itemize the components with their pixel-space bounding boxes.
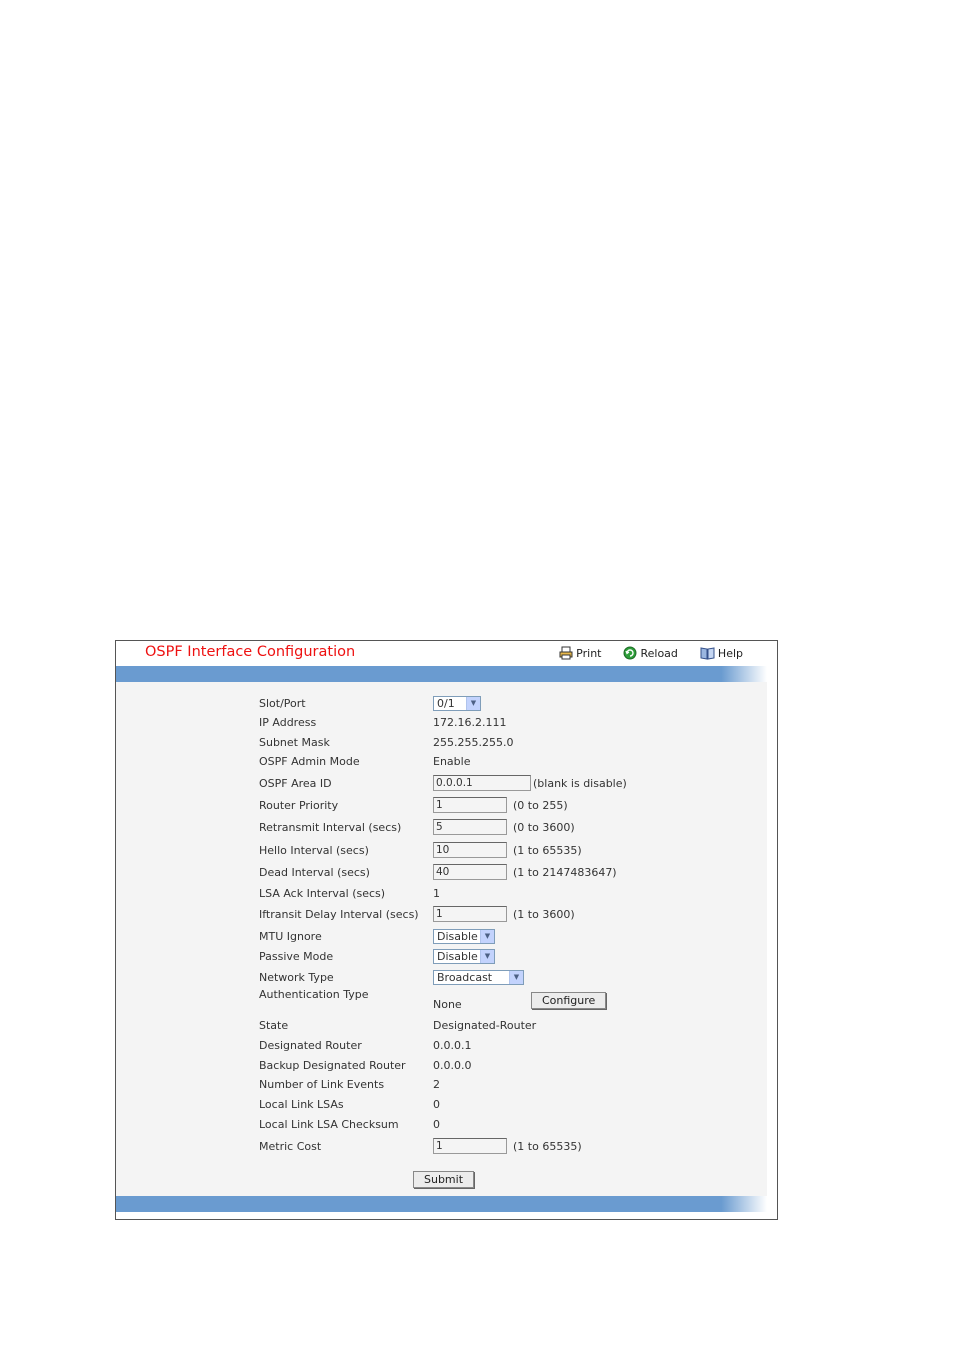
state-label: State (259, 1018, 289, 1032)
lsa-ack-value: 1 (433, 886, 440, 900)
mtu-ignore-value: Disable (437, 929, 478, 943)
configure-button[interactable]: Configure (531, 991, 607, 1009)
row-bdr: Backup Designated Router 0.0.0.0 (259, 1056, 471, 1074)
ospf-interface-panel: OSPF Interface Configuration Print Reloa… (115, 640, 778, 1220)
reload-button[interactable]: Reload (623, 646, 678, 660)
row-dead: Dead Interval (secs) (1 to 2147483647) (259, 863, 617, 881)
dr-value: 0.0.0.1 (433, 1038, 472, 1052)
retransmit-range: (0 to 3600) (513, 820, 575, 834)
passive-mode-label: Passive Mode (259, 949, 334, 963)
dead-range: (1 to 2147483647) (513, 865, 617, 879)
bdr-label: Backup Designated Router (259, 1058, 406, 1072)
row-lsa-ack: LSA Ack Interval (secs) 1 (259, 884, 440, 902)
row-auth-type: Authentication Type None Configure (259, 988, 607, 1012)
dr-label: Designated Router (259, 1038, 362, 1052)
local-lsas-value: 0 (433, 1097, 440, 1111)
row-link-events: Number of Link Events 2 (259, 1075, 440, 1093)
ip-address-value: 172.16.2.111 (433, 715, 507, 729)
iftransit-label: Iftransit Delay Interval (secs) (259, 907, 419, 921)
header-bar (116, 666, 767, 682)
row-network-type: Network Type Broadcast ▼ (259, 968, 524, 986)
row-lsa-checksum: Local Link LSA Checksum 0 (259, 1115, 440, 1133)
row-passive-mode: Passive Mode Disable ▼ (259, 947, 495, 965)
print-button[interactable]: Print (559, 646, 601, 660)
submit-button[interactable]: Submit (413, 1171, 475, 1188)
subnet-mask-value: 255.255.255.0 (433, 735, 514, 749)
metric-cost-input[interactable] (433, 1138, 507, 1154)
auth-type-value: None (433, 997, 462, 1011)
area-id-label: OSPF Area ID (259, 776, 332, 790)
passive-mode-value: Disable (437, 949, 478, 963)
row-area-id: OSPF Area ID (blank is disable) (259, 774, 627, 792)
area-id-range: (blank is disable) (533, 776, 627, 790)
local-lsas-label: Local Link LSAs (259, 1097, 344, 1111)
link-events-label: Number of Link Events (259, 1077, 385, 1091)
chevron-down-icon: ▼ (480, 929, 494, 943)
ip-address-label: IP Address (259, 715, 317, 729)
help-book-icon (700, 647, 715, 660)
help-label: Help (717, 646, 743, 660)
subnet-mask-label: Subnet Mask (259, 735, 330, 749)
state-value: Designated-Router (433, 1018, 537, 1032)
retransmit-label: Retransmit Interval (secs) (259, 820, 402, 834)
row-router-priority: Router Priority (0 to 255) (259, 796, 568, 814)
row-slot-port: Slot/Port 0/1 ▼ (259, 694, 481, 712)
admin-mode-label: OSPF Admin Mode (259, 754, 360, 768)
lsa-checksum-value: 0 (433, 1117, 440, 1131)
row-mtu-ignore: MTU Ignore Disable ▼ (259, 927, 495, 945)
dead-label: Dead Interval (secs) (259, 865, 370, 879)
router-priority-range: (0 to 255) (513, 798, 568, 812)
reload-icon (623, 646, 637, 660)
iftransit-input[interactable] (433, 906, 507, 922)
form-area: Slot/Port 0/1 ▼ IP Address 172.16.2.111 … (116, 682, 767, 1196)
row-dr: Designated Router 0.0.0.1 (259, 1036, 471, 1054)
slot-port-label: Slot/Port (259, 696, 306, 710)
toolbar: Print Reload Help (559, 646, 743, 660)
row-ip-address: IP Address 172.16.2.111 (259, 713, 506, 731)
row-retransmit: Retransmit Interval (secs) (0 to 3600) (259, 818, 575, 836)
passive-mode-select[interactable]: Disable ▼ (433, 948, 495, 964)
dead-input[interactable] (433, 864, 507, 880)
network-type-value: Broadcast (437, 970, 493, 984)
chevron-down-icon: ▼ (509, 970, 523, 984)
page-title: OSPF Interface Configuration (145, 644, 356, 660)
network-type-label: Network Type (259, 970, 334, 984)
auth-type-label: Authentication Type (259, 988, 369, 1001)
metric-cost-range: (1 to 65535) (513, 1139, 582, 1153)
network-type-select[interactable]: Broadcast ▼ (433, 969, 524, 985)
hello-range: (1 to 65535) (513, 843, 582, 857)
bdr-value: 0.0.0.0 (433, 1058, 472, 1072)
hello-input[interactable] (433, 842, 507, 858)
hello-label: Hello Interval (secs) (259, 843, 369, 857)
chevron-down-icon: ▼ (480, 949, 494, 963)
row-iftransit: Iftransit Delay Interval (secs) (1 to 36… (259, 905, 575, 923)
mtu-ignore-label: MTU Ignore (259, 929, 322, 943)
print-label: Print (576, 646, 602, 660)
slot-port-value: 0/1 (437, 696, 455, 710)
iftransit-range: (1 to 3600) (513, 907, 575, 921)
row-local-lsas: Local Link LSAs 0 (259, 1095, 440, 1113)
lsa-checksum-label: Local Link LSA Checksum (259, 1117, 399, 1131)
footer-bar (116, 1196, 767, 1212)
chevron-down-icon: ▼ (466, 696, 480, 710)
row-state: State Designated-Router (259, 1016, 536, 1034)
lsa-ack-label: LSA Ack Interval (secs) (259, 886, 386, 900)
link-events-value: 2 (433, 1077, 440, 1091)
printer-icon (559, 646, 573, 660)
help-button[interactable]: Help (700, 646, 743, 660)
admin-mode-value: Enable (433, 754, 471, 768)
row-metric-cost: Metric Cost (1 to 65535) (259, 1137, 582, 1155)
mtu-ignore-select[interactable]: Disable ▼ (433, 928, 495, 944)
router-priority-label: Router Priority (259, 798, 339, 812)
row-subnet-mask: Subnet Mask 255.255.255.0 (259, 733, 513, 751)
row-hello: Hello Interval (secs) (1 to 65535) (259, 841, 582, 859)
slot-port-select[interactable]: 0/1 ▼ (433, 695, 481, 711)
router-priority-input[interactable] (433, 797, 507, 813)
reload-label: Reload (640, 646, 678, 660)
retransmit-input[interactable] (433, 819, 507, 835)
metric-cost-label: Metric Cost (259, 1139, 322, 1153)
area-id-input[interactable] (433, 775, 531, 791)
row-admin-mode: OSPF Admin Mode Enable (259, 752, 470, 770)
